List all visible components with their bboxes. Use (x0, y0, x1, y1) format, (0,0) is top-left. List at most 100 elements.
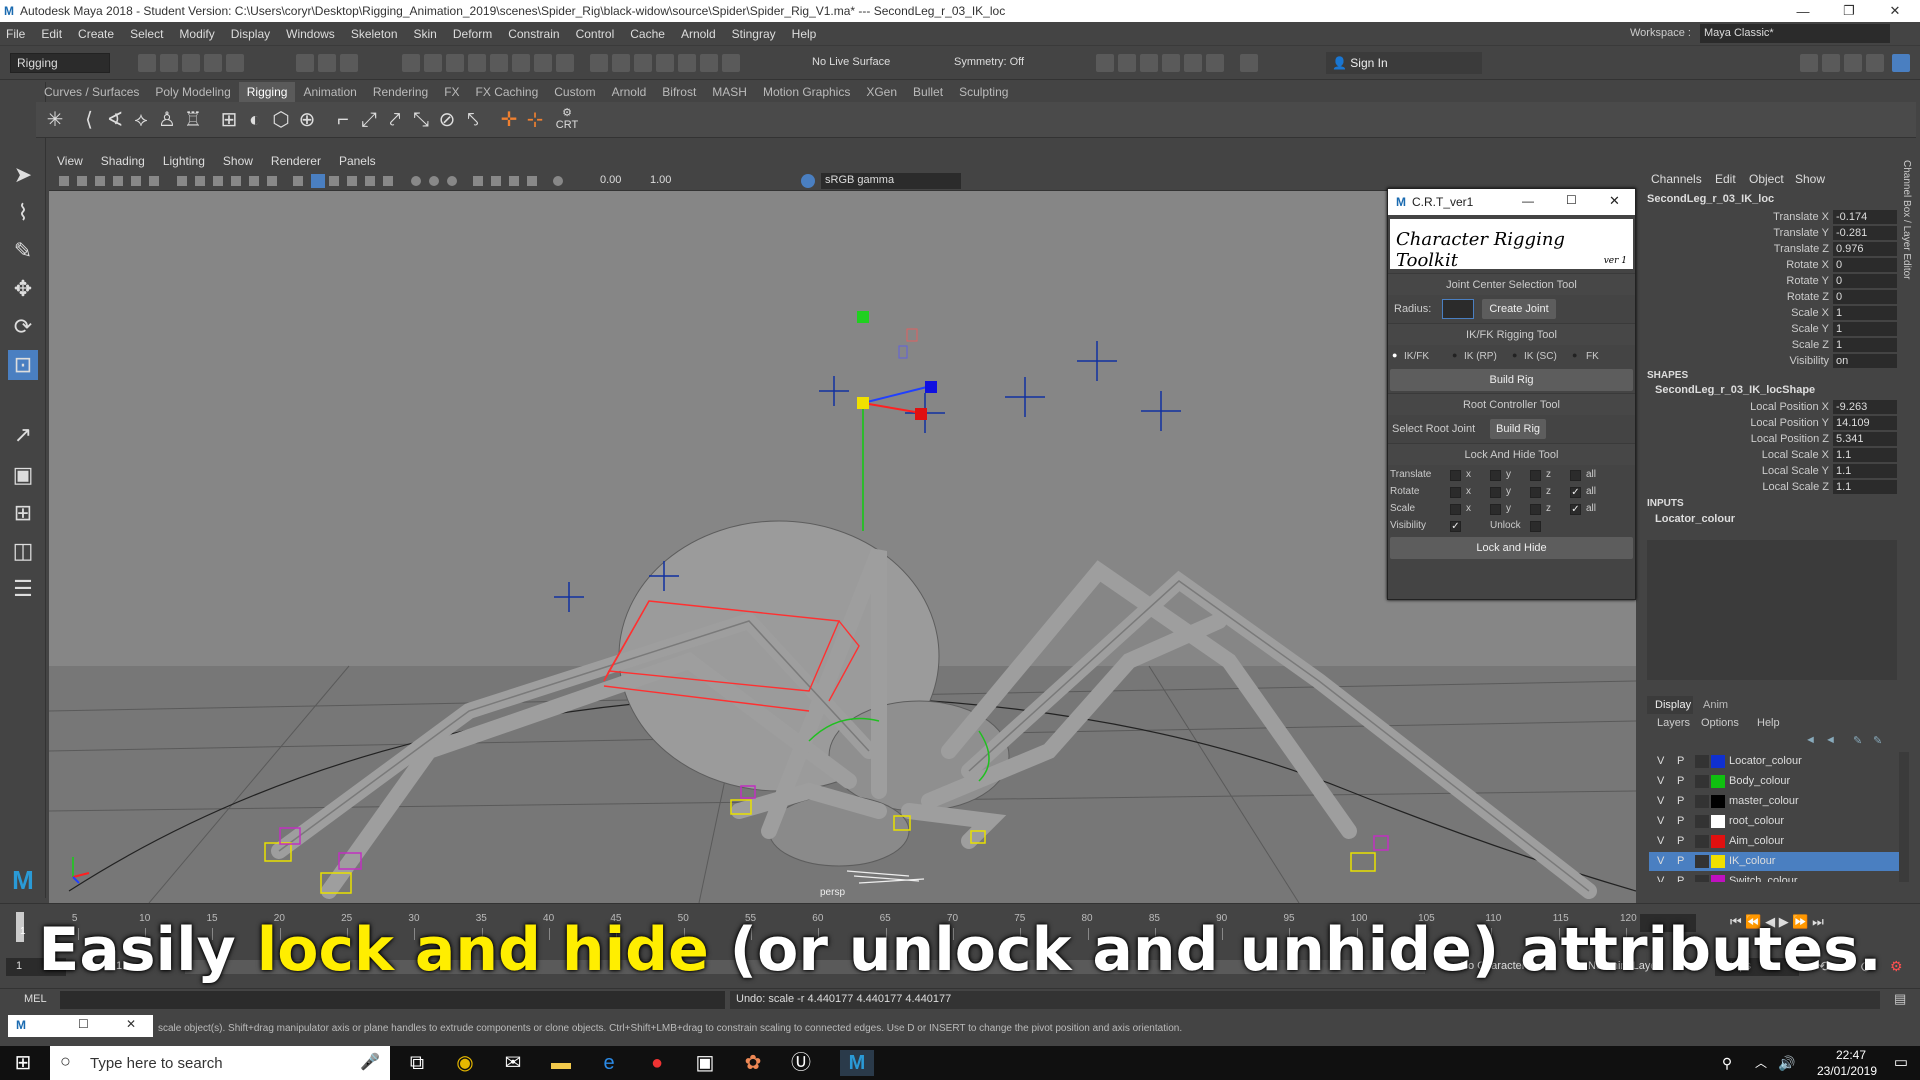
layer-move-down-icon[interactable]: ◄ (1825, 734, 1836, 746)
clock-time[interactable]: 22:47 (1826, 1048, 1876, 1062)
layer-move-up-icon[interactable]: ◄ (1805, 734, 1816, 746)
shelf-tab-arnold[interactable]: Arnold (604, 82, 655, 102)
cb-attr-label[interactable]: Visibility (1645, 355, 1829, 367)
layer-playback-toggle[interactable]: P (1677, 855, 1684, 867)
select-object-icon[interactable] (318, 54, 336, 72)
input-ops-icon[interactable] (612, 54, 630, 72)
snap-pivot-icon[interactable] (512, 54, 530, 72)
cb-attr-label[interactable]: Rotate X (1645, 259, 1829, 271)
paint-weights-icon[interactable]: ◐ (242, 107, 268, 133)
edge-icon[interactable]: e (592, 1050, 626, 1076)
layer-visibility-toggle[interactable]: V (1657, 875, 1664, 882)
menu-help[interactable]: Help (792, 27, 817, 41)
layer-name[interactable]: Body_colour (1729, 775, 1790, 787)
vp-menu-shading[interactable]: Shading (101, 154, 145, 168)
paint-select-icon[interactable]: ✎ (8, 236, 38, 266)
layer-display-type-toggle[interactable] (1695, 755, 1709, 768)
select-tool-icon[interactable]: ➤ (8, 160, 38, 190)
layer-playback-toggle[interactable]: P (1677, 775, 1684, 787)
layer-playback-toggle[interactable]: P (1677, 755, 1684, 767)
layer-row[interactable]: V P Locator_colour (1649, 752, 1899, 771)
layer-row[interactable]: V P Switch_colour (1649, 872, 1899, 882)
radius-input[interactable] (1442, 299, 1474, 319)
layer-color-swatch[interactable] (1711, 775, 1725, 788)
workspace-dropdown[interactable]: Maya Classic* (1700, 24, 1890, 43)
humanik-icon[interactable]: ♖ (180, 107, 206, 133)
shelf-tab-fx-caching[interactable]: FX Caching (468, 82, 547, 102)
gamma-field[interactable]: 1.00 (650, 174, 671, 186)
menu-edit[interactable]: Edit (41, 27, 62, 41)
minimize-button[interactable]: — (1780, 0, 1826, 22)
menu-skin[interactable]: Skin (414, 27, 437, 41)
live-surface-label[interactable]: No Live Surface (812, 56, 890, 68)
scale-all-checkbox[interactable]: ✓ (1570, 504, 1581, 515)
crt-close-button[interactable]: ✕ (1609, 193, 1620, 209)
ikfk-build-rig-button[interactable]: Build Rig (1390, 369, 1633, 391)
layer-scrollbar[interactable] (1899, 752, 1909, 882)
menu-select[interactable]: Select (130, 27, 163, 41)
select-component-icon[interactable] (340, 54, 358, 72)
shelf-tab-rendering[interactable]: Rendering (365, 82, 436, 102)
layer-display-type-toggle[interactable] (1695, 815, 1709, 828)
people-icon[interactable]: ⚲ (1710, 1050, 1744, 1076)
viewport-toolbar-icons[interactable] (53, 171, 683, 191)
vp-menu-view[interactable]: View (57, 154, 83, 168)
crt-minimize-button[interactable]: — (1522, 194, 1534, 208)
menu-skeleton[interactable]: Skeleton (351, 27, 398, 41)
layer-visibility-toggle[interactable]: V (1657, 755, 1664, 767)
layer-name[interactable]: master_colour (1729, 795, 1799, 807)
crt-maximize-button[interactable]: ☐ (1566, 193, 1577, 207)
pole-vector-icon[interactable]: ⤣ (460, 107, 486, 133)
cb-attr-label[interactable]: Scale Z (1645, 339, 1829, 351)
cb-input-node[interactable]: Locator_colour (1655, 513, 1735, 525)
store-icon[interactable]: ▣ (688, 1050, 722, 1076)
cb-attr-value[interactable]: 0 (1833, 258, 1897, 272)
layer-display-type-toggle[interactable] (1695, 835, 1709, 848)
radio-ikfk[interactable]: ● (1392, 350, 1397, 360)
shelf-tab-rigging[interactable]: Rigging (238, 82, 296, 102)
radio-fk[interactable]: ● (1572, 350, 1577, 360)
scale-x-checkbox[interactable] (1450, 504, 1461, 515)
menu-create[interactable]: Create (78, 27, 114, 41)
cb-shape-attr-value[interactable]: 5.341 (1833, 432, 1897, 446)
layer-playback-toggle[interactable]: P (1677, 815, 1684, 827)
taskbar-search[interactable]: ○ Type here to search 🎤 (50, 1046, 390, 1080)
modeling-toolkit-icon[interactable] (1800, 54, 1818, 72)
close-button[interactable]: ✕ (1872, 0, 1918, 22)
translate-z-checkbox[interactable] (1530, 470, 1541, 481)
layer-row[interactable]: V P Body_colour (1649, 772, 1899, 791)
mel-label[interactable]: MEL (24, 993, 47, 1005)
maya-taskbar-icon[interactable]: M (840, 1050, 874, 1076)
cb-attr-value[interactable]: 1 (1833, 322, 1897, 336)
snap-lock-icon[interactable] (534, 54, 552, 72)
layer-name[interactable]: Switch_colour (1729, 875, 1797, 882)
layer-color-swatch[interactable] (1711, 815, 1725, 828)
layer-visibility-toggle[interactable]: V (1657, 795, 1664, 807)
snap-magnet-icon[interactable] (556, 54, 574, 72)
record-icon[interactable]: ● (640, 1050, 674, 1076)
visibility-checkbox[interactable]: ✓ (1450, 521, 1461, 532)
menu-set-dropdown[interactable]: Rigging (10, 53, 110, 73)
root-build-rig-button[interactable]: Build Rig (1490, 419, 1546, 439)
render-settings-icon[interactable] (722, 54, 740, 72)
aim-constraint-icon[interactable]: ⊘ (434, 107, 460, 133)
menu-deform[interactable]: Deform (453, 27, 492, 41)
clock-date[interactable]: 23/01/2019 (1812, 1064, 1882, 1078)
layer-name[interactable]: IK_colour (1729, 855, 1775, 867)
layout-toggle-icon[interactable] (1892, 54, 1910, 72)
bind-skin-icon[interactable]: ⊞ (216, 107, 242, 133)
microphone-icon[interactable]: 🎤 (360, 1052, 380, 1072)
shelf-tab-motion-graphics[interactable]: Motion Graphics (755, 82, 858, 102)
unlock-checkbox[interactable] (1530, 521, 1541, 532)
cb-side-label[interactable]: Channel Box / Layer Editor (1901, 160, 1912, 280)
cb-attr-value[interactable]: 1 (1833, 338, 1897, 352)
cb-attr-label[interactable]: Scale X (1645, 307, 1829, 319)
sign-in-button[interactable]: 👤 Sign In (1326, 52, 1482, 74)
joint-tool-icon[interactable]: ⟨ (76, 107, 102, 133)
cb-attr-value[interactable]: -0.281 (1833, 226, 1897, 240)
command-input[interactable] (60, 991, 725, 1009)
layer-color-swatch[interactable] (1711, 755, 1725, 768)
windows-start-icon[interactable]: ⊞ (6, 1050, 40, 1076)
symmetry-dropdown[interactable]: Symmetry: Off (954, 56, 1024, 68)
snap-point-icon[interactable] (446, 54, 464, 72)
